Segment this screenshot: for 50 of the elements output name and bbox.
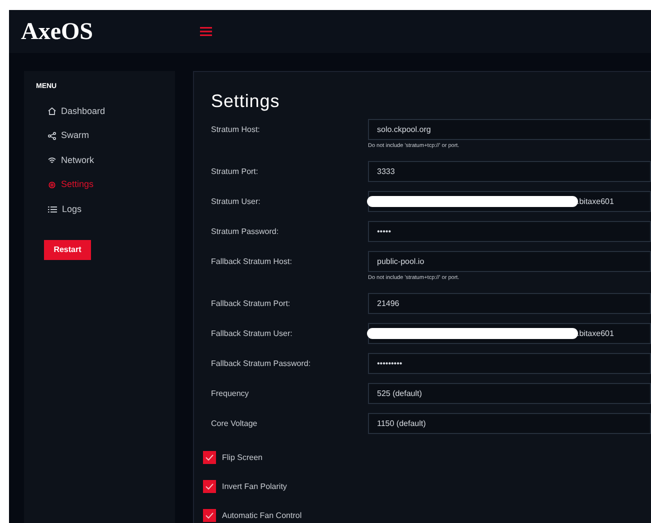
input-field[interactable]: ••••• bbox=[368, 221, 651, 242]
share-icon bbox=[48, 132, 56, 140]
wifi-icon bbox=[48, 156, 56, 164]
page-title: Settings bbox=[211, 90, 281, 112]
field-label: Fallback Stratum User: bbox=[211, 328, 294, 340]
list-icon bbox=[48, 206, 57, 213]
field-label: Stratum Host: bbox=[211, 124, 261, 136]
field-value: 21496 bbox=[377, 298, 400, 310]
input-field[interactable]: 21496 bbox=[368, 293, 651, 314]
field-label: Stratum Password: bbox=[211, 226, 280, 238]
checkbox-label: Automatic Fan Control bbox=[222, 510, 302, 522]
input-field[interactable]: 525 (default) bbox=[368, 383, 651, 404]
input-field[interactable]: .bitaxe601 bbox=[368, 191, 651, 212]
field-label: Frequency bbox=[211, 388, 250, 400]
checkbox[interactable] bbox=[203, 451, 216, 464]
menu-item[interactable]: Network bbox=[36, 148, 175, 172]
menu-item[interactable]: Settings bbox=[36, 172, 175, 197]
field-label: Fallback Stratum Port: bbox=[211, 298, 292, 310]
field-value: 1150 (default) bbox=[377, 418, 426, 430]
input-field[interactable]: 3333 bbox=[368, 161, 651, 182]
checkbox[interactable] bbox=[203, 480, 216, 493]
field-label: Stratum Port: bbox=[211, 166, 260, 178]
field-value: 3333 bbox=[377, 166, 395, 178]
field-label: Stratum User: bbox=[211, 196, 262, 208]
field-label: Fallback Stratum Password: bbox=[211, 358, 312, 370]
input-field[interactable]: solo.ckpool.org bbox=[368, 119, 651, 140]
input-field[interactable]: public-pool.io bbox=[368, 251, 651, 272]
field-value: solo.ckpool.org bbox=[377, 124, 431, 136]
logo: AxeOS bbox=[21, 20, 94, 44]
menu-icon[interactable] bbox=[200, 27, 212, 36]
checkbox[interactable] bbox=[203, 509, 216, 522]
field-value: ••••• bbox=[377, 226, 392, 238]
checkbox-label: Flip Screen bbox=[222, 452, 262, 464]
field-value: .bitaxe601 bbox=[577, 328, 614, 340]
input-field[interactable]: 1150 (default) bbox=[368, 413, 651, 434]
input-field[interactable]: .bitaxe601 bbox=[368, 323, 651, 344]
field-value: public-pool.io bbox=[377, 256, 424, 268]
checkbox-label: Invert Fan Polarity bbox=[222, 480, 287, 492]
input-field[interactable]: ••••••••• bbox=[368, 353, 651, 374]
field-value: .bitaxe601 bbox=[577, 196, 614, 208]
field-label: Core Voltage bbox=[211, 418, 258, 430]
field-label: Fallback Stratum Host: bbox=[211, 256, 293, 268]
menu-item[interactable]: Swarm bbox=[36, 124, 175, 148]
field-value: 525 (default) bbox=[377, 388, 422, 400]
menu-item[interactable]: Dashboard bbox=[36, 99, 175, 124]
menu-item[interactable]: Logs bbox=[36, 197, 175, 222]
restart-button[interactable]: Restart bbox=[44, 240, 91, 260]
field-value: ••••••••• bbox=[377, 358, 402, 370]
gear-icon bbox=[48, 180, 56, 189]
home-icon bbox=[48, 107, 56, 116]
